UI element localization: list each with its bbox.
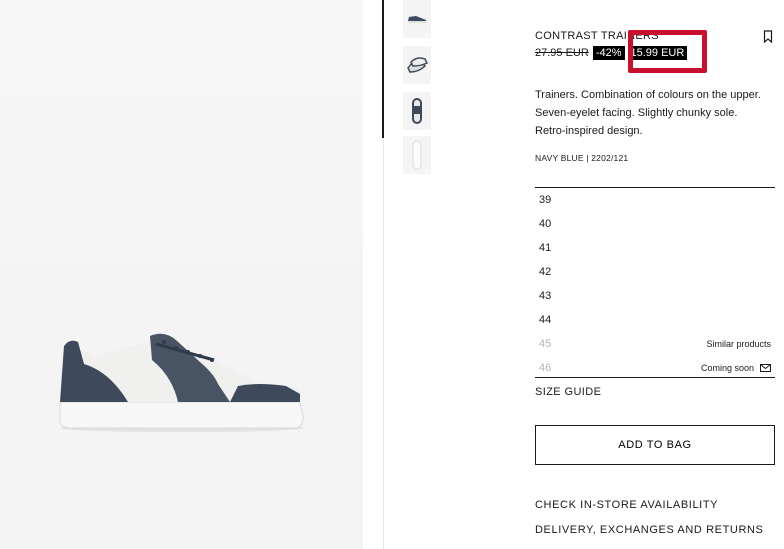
size-option[interactable]: 39 <box>535 188 775 212</box>
size-option[interactable]: 43 <box>535 284 775 308</box>
size-label: 43 <box>539 290 552 302</box>
description-line: Trainers. Combination of colours on the … <box>535 89 761 101</box>
color-reference: NAVY BLUE | 2202/121 <box>535 153 629 163</box>
coming-soon-label: Coming soon <box>700 363 754 373</box>
size-label: 46 <box>539 362 552 374</box>
thumbnail-back-view[interactable] <box>403 92 431 130</box>
description-line: Seven-eyelet facing. Slightly chunky sol… <box>535 107 738 119</box>
product-main-image[interactable] <box>0 0 363 549</box>
price-highlight-box <box>628 30 707 73</box>
size-label: 44 <box>539 314 552 326</box>
check-in-store-availability-link[interactable]: CHECK IN-STORE AVAILABILITY <box>535 499 718 511</box>
size-option[interactable]: 41 <box>535 236 775 260</box>
size-option-unavailable[interactable]: 46 Coming soon <box>535 356 775 380</box>
size-guide-link[interactable]: SIZE GUIDE <box>535 386 601 398</box>
sneaker-illustration <box>59 333 304 432</box>
size-option[interactable]: 44 <box>535 308 775 332</box>
similar-products-link[interactable]: Similar products <box>706 339 775 349</box>
gallery-scrollbar[interactable] <box>382 0 384 138</box>
discount-badge: -42% <box>592 46 625 60</box>
delivery-exchanges-returns-link[interactable]: DELIVERY, EXCHANGES AND RETURNS <box>535 524 763 536</box>
size-option[interactable]: 40 <box>535 212 775 236</box>
thumbnail-side-view[interactable] <box>403 0 431 38</box>
product-description: Trainers. Combination of colours on the … <box>535 86 780 140</box>
size-label: 45 <box>539 338 552 350</box>
thumbnail-sole-view[interactable] <box>403 136 431 174</box>
size-option-unavailable[interactable]: 45 Similar products <box>535 332 775 356</box>
add-to-bag-button[interactable]: ADD TO BAG <box>535 425 775 465</box>
description-line: Retro-inspired design. <box>535 125 643 137</box>
size-label: 42 <box>539 266 552 278</box>
size-selector: 39 40 41 42 43 44 45 Similar products 46… <box>535 187 775 378</box>
bookmark-icon[interactable] <box>763 30 773 43</box>
original-price: 27.95 EUR <box>535 47 589 59</box>
size-label: 41 <box>539 242 552 254</box>
thumbnail-pair-view[interactable] <box>403 46 431 84</box>
size-option[interactable]: 42 <box>535 260 775 284</box>
coming-soon-notify[interactable]: Coming soon <box>701 363 775 373</box>
size-label: 40 <box>539 218 552 230</box>
size-label: 39 <box>539 194 552 206</box>
mail-icon <box>760 364 771 372</box>
